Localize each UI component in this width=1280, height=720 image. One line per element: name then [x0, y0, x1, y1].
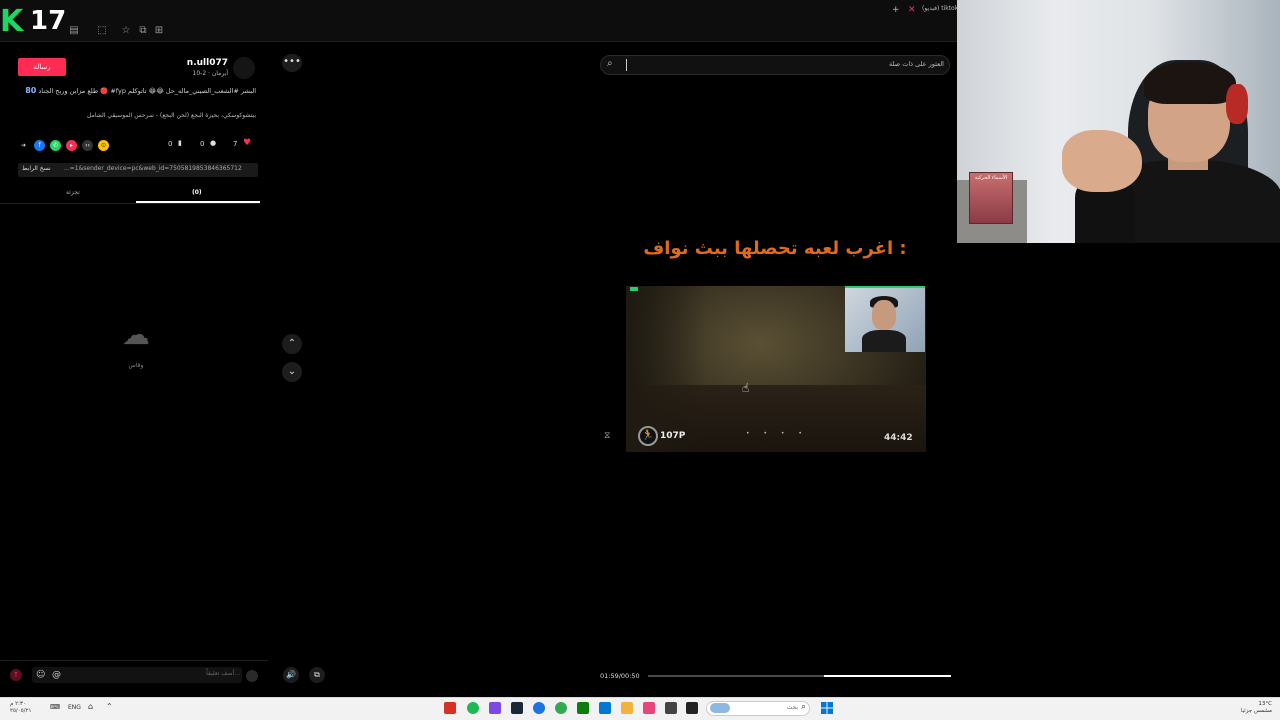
app-green-icon[interactable]	[467, 702, 479, 714]
bookmark-icon[interactable]: ▮	[178, 139, 182, 147]
comments-count: 0	[200, 140, 205, 148]
taskbar-clock: ٢:٣٠ م ٢٥/٠٥/٢١	[10, 701, 31, 715]
tab-title[interactable]: (فيديو) tiktok	[922, 5, 958, 12]
comment-placeholder: أضف تعليقاً...	[206, 670, 240, 677]
board-game-title: الأسماء الحركية	[974, 175, 1008, 181]
whatsapp-icon[interactable]: ✆	[50, 140, 61, 151]
chrome-icon[interactable]	[555, 702, 567, 714]
copy-icon[interactable]: ⊙	[98, 140, 109, 151]
actions-row: ➜ f ✆ ▸ ‹› ⊙ 0 ▮ 0 ● 7 ♥	[18, 138, 258, 154]
language-indicator[interactable]: ENG	[68, 704, 81, 711]
extensions-icon[interactable]: ⧉	[137, 26, 149, 36]
saves-count: 0	[168, 140, 173, 148]
copy-link-button[interactable]: نسخ الرابط	[22, 165, 56, 172]
video-title-overlay: اغرب لعبه تحصلها ببث نواف :	[643, 238, 907, 259]
emoji-icon[interactable]: ☺	[36, 670, 45, 680]
wifi-icon[interactable]: ⌂	[88, 702, 93, 711]
store-icon[interactable]	[599, 702, 611, 714]
taskbar-search-icon: ⌕	[801, 702, 807, 712]
caption-count: 80	[25, 86, 37, 95]
edge-icon[interactable]	[533, 702, 545, 714]
app-black-icon[interactable]	[686, 702, 698, 714]
caption-text: طلع مزاين وربح الجناد 🔴 #fyp البشر #الشع…	[38, 87, 256, 95]
taskbar-search-label: بحث	[786, 704, 798, 711]
search-placeholder: العثور على ذات صلة	[888, 60, 944, 68]
share-arrow-icon[interactable]: ➜	[18, 140, 29, 151]
progress-fill	[824, 675, 951, 677]
message-button[interactable]: رسالة	[18, 58, 66, 76]
divider	[0, 203, 260, 204]
weather-widget[interactable]: 13°C مشمس جزئيا	[1228, 701, 1272, 715]
post-date: أيرمان · 2-10	[192, 70, 228, 77]
headset-icon	[1226, 84, 1248, 124]
clock-time: ٢:٣٠ م	[10, 701, 26, 707]
search-caret	[626, 59, 627, 71]
heart-icon[interactable]: ♥	[243, 138, 251, 148]
user-avatar	[246, 670, 258, 682]
steam-icon[interactable]	[511, 702, 523, 714]
hud-indicator	[630, 287, 638, 291]
embed-icon[interactable]: ‹›	[82, 140, 93, 151]
username[interactable]: n.ull077	[150, 58, 228, 68]
windows-start-icon[interactable]	[821, 702, 833, 714]
send-icon[interactable]: ▸	[66, 140, 77, 151]
weather-desc: مشمس جزئيا	[1240, 708, 1272, 714]
mention-icon[interactable]: @	[52, 670, 61, 680]
empty-comments-text: وقاس	[128, 362, 144, 369]
hud-timer: 44:42	[884, 433, 913, 443]
streamer-hand	[1062, 130, 1142, 192]
avatar[interactable]	[233, 57, 255, 79]
inset-face	[872, 300, 896, 330]
hud-dots: • • • •	[746, 430, 808, 437]
search-highlight-icon	[710, 703, 730, 713]
stream-logo-letter: K	[0, 4, 24, 39]
more-options-button[interactable]: •••	[282, 54, 302, 72]
clock-date: ٢٥/٠٥/٢١	[10, 708, 32, 714]
tab-other[interactable]: تجزئة	[66, 189, 80, 196]
game-wall	[626, 286, 706, 452]
volume-button[interactable]: 🔊	[283, 667, 299, 683]
facebook-icon[interactable]: f	[34, 140, 45, 151]
app-pink-icon[interactable]	[643, 702, 655, 714]
tab-comments[interactable]: (0)	[192, 189, 202, 196]
hand-cursor-icon: ☝	[742, 381, 750, 395]
app-purple-icon[interactable]	[489, 702, 501, 714]
playback-time: 01:59/00:50	[600, 672, 640, 680]
link-url[interactable]: ...=1&sender_device=pc&web_id=7505819853…	[64, 165, 252, 172]
next-video-button[interactable]: ⌄	[282, 362, 302, 382]
notification-icon[interactable]: ⌨	[50, 703, 60, 711]
star-icon[interactable]: ☆	[120, 26, 132, 36]
capcut-icon: ⧖	[604, 431, 611, 441]
post-comment-icon[interactable]: ↑	[10, 669, 22, 681]
app-dark-icon[interactable]	[665, 702, 677, 714]
music-info[interactable]: بيتشوكوسكي، بحيرة البجع (لحن البجع) - سر…	[40, 112, 256, 119]
search-icon[interactable]: ⌕	[607, 58, 613, 69]
runner-icon: 🏃	[638, 426, 658, 446]
weather-temp: 13°C	[1258, 701, 1272, 707]
xbox-icon[interactable]	[577, 702, 589, 714]
taskbar	[0, 697, 1280, 720]
stream-logo-number: 17	[30, 6, 67, 36]
new-tab-icon[interactable]: +	[892, 5, 900, 15]
close-tab-icon[interactable]: ✕	[908, 5, 916, 15]
collections-icon[interactable]: ⊞	[153, 26, 165, 36]
previous-video-button[interactable]: ⌃	[282, 334, 302, 354]
picture-in-picture-button[interactable]: ⧉	[309, 667, 325, 683]
file-explorer-icon[interactable]	[621, 702, 633, 714]
empty-comments-icon: ☁	[122, 318, 150, 351]
comment-icon[interactable]: ●	[210, 139, 216, 147]
app-red-icon[interactable]	[444, 702, 456, 714]
sidebar-toggle-icon[interactable]: ▤	[68, 26, 80, 36]
post-caption: 80 طلع مزاين وربح الجناد 🔴 #fyp البشر #ا…	[20, 86, 256, 96]
inset-body	[862, 330, 906, 352]
tabs-icon[interactable]: ⬚	[96, 26, 108, 36]
hud-points: 107P	[660, 431, 686, 441]
streamer-hair	[1144, 62, 1236, 104]
tray-chevron-icon[interactable]: ⌃	[106, 702, 113, 711]
likes-count: 7	[233, 140, 238, 148]
